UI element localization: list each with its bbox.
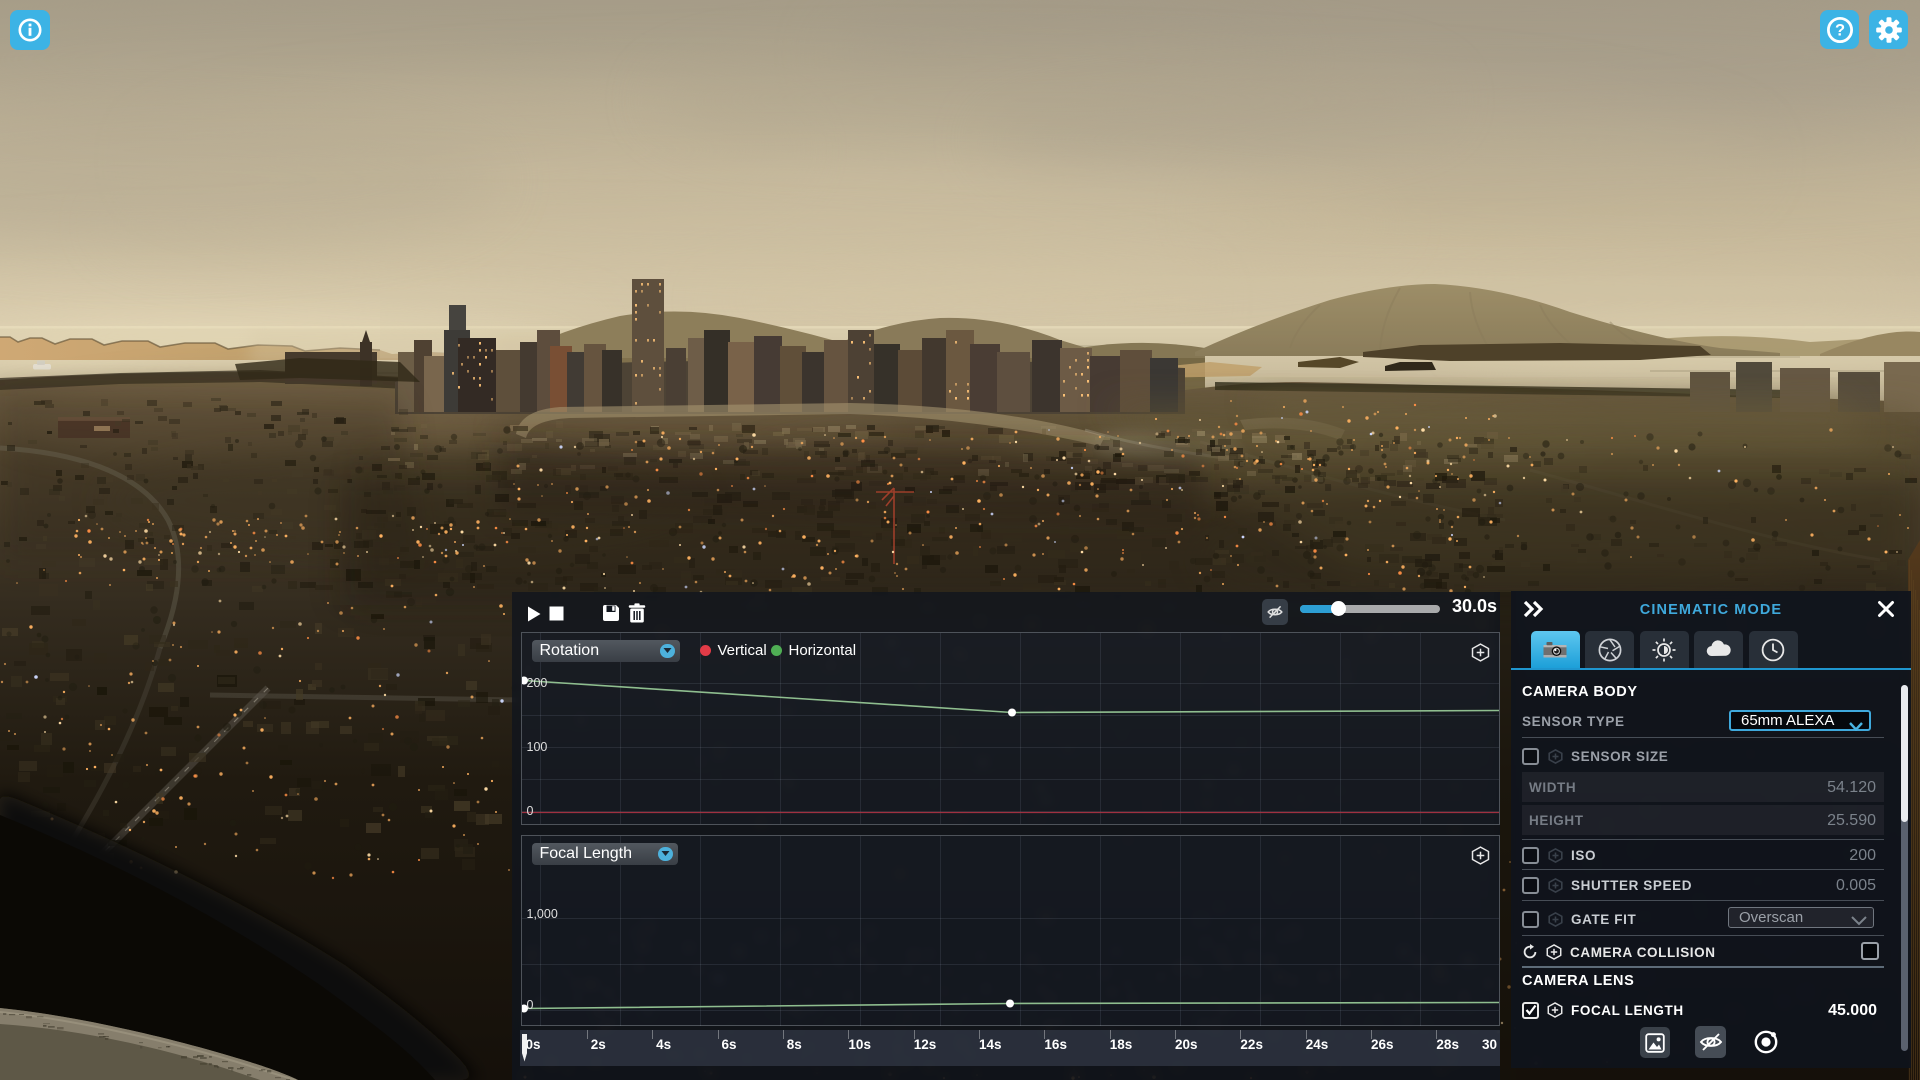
- svg-text:?: ?: [1834, 21, 1844, 39]
